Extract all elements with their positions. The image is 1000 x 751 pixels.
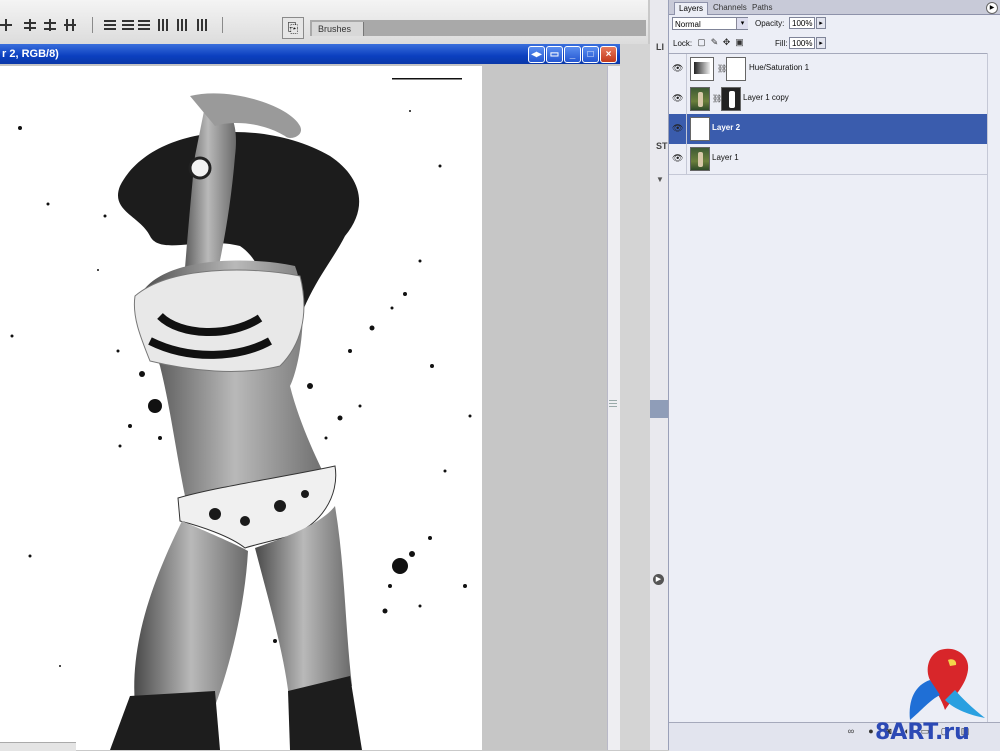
align-vcenter-icon[interactable] xyxy=(24,19,36,31)
fill-label: Fill: xyxy=(775,39,788,48)
minimize-button[interactable]: _ xyxy=(564,46,581,63)
opacity-slider-button[interactable]: ▸ xyxy=(816,17,826,29)
eye-icon[interactable]: 👁 xyxy=(672,154,683,163)
row-divider xyxy=(686,114,687,144)
auto-align-button[interactable]: ⎘ xyxy=(282,17,304,39)
eye-icon[interactable]: 👁 xyxy=(672,94,683,103)
wristwatch xyxy=(188,156,212,180)
image-canvas[interactable] xyxy=(0,66,482,750)
eye-icon[interactable]: 👁 xyxy=(672,64,683,73)
brushes-tab[interactable]: Brushes xyxy=(312,22,365,36)
layers-scrollbar[interactable] xyxy=(987,53,1000,723)
align-left-icon[interactable] xyxy=(64,19,76,31)
row-divider xyxy=(686,84,687,114)
tab-channels[interactable]: Channels xyxy=(709,2,751,14)
layer-row-layer-2[interactable]: 👁 Layer 2 xyxy=(669,114,987,145)
collapsed-panel-label-mid: ST xyxy=(656,141,668,151)
separator xyxy=(92,17,93,33)
collapsed-panel-label-top: LI xyxy=(656,42,664,52)
chevron-down-icon[interactable]: ▾ xyxy=(736,18,748,29)
eye-icon[interactable]: 👁 xyxy=(672,124,683,133)
distribute-vcenter-icon[interactable] xyxy=(122,19,134,31)
play-icon[interactable]: ▶ xyxy=(653,574,664,585)
layer-name: Layer 1 xyxy=(712,153,739,162)
row-divider xyxy=(686,54,687,84)
layer-name: Hue/Saturation 1 xyxy=(749,63,810,72)
fill-field[interactable]: 100% xyxy=(789,37,815,49)
close-button[interactable]: × xyxy=(600,46,617,63)
opacity-field[interactable]: 100% xyxy=(789,17,815,29)
adjustment-thumbnail xyxy=(690,57,714,81)
mask-thumbnail xyxy=(721,87,741,111)
left-leg xyxy=(134,521,248,706)
photo-artwork xyxy=(10,78,472,750)
lock-transparency-icon[interactable]: ▢ xyxy=(697,38,706,47)
layer-row-layer-1-copy[interactable]: 👁 ⛓ Layer 1 copy xyxy=(669,84,987,115)
distribute-left-icon[interactable] xyxy=(157,19,169,31)
mask-thumbnail xyxy=(726,57,746,81)
lock-position-icon[interactable]: ✥ xyxy=(722,38,731,47)
layer-thumbnail xyxy=(690,147,710,171)
distribute-hcenter-icon[interactable] xyxy=(176,19,188,31)
separator xyxy=(222,17,223,33)
distribute-right-icon[interactable] xyxy=(196,19,208,31)
collapsed-panel-header xyxy=(650,400,668,418)
restore-icon[interactable]: ▭ xyxy=(546,46,563,63)
layer-name: Layer 2 xyxy=(712,123,741,132)
lock-all-icon[interactable]: ▣ xyxy=(735,38,744,47)
lock-label: Lock: xyxy=(673,39,693,48)
pasteboard xyxy=(482,66,607,750)
workspace-gap xyxy=(620,44,650,750)
panel-menu-icon[interactable]: ▶ xyxy=(986,2,998,14)
collapsed-panel-edge xyxy=(650,0,669,750)
document-title-bar[interactable]: r 2, RGB/8) ◂▸ ▭ _ □ × xyxy=(0,44,620,64)
align-top-icon[interactable] xyxy=(0,19,12,31)
layer-row-layer-1[interactable]: 👁 Layer 1 xyxy=(669,144,987,175)
maximize-button[interactable]: □ xyxy=(582,46,599,63)
tab-layers[interactable]: Layers xyxy=(674,2,709,15)
fill-slider-button[interactable]: ▸ xyxy=(816,37,826,49)
auto-align-icon: ⎘ xyxy=(287,20,299,35)
layer-thumbnail xyxy=(690,117,710,141)
expand-icon[interactable]: ◂▸ xyxy=(528,46,545,63)
watermark-text: 8ART.ru xyxy=(875,720,970,745)
opacity-label: Opacity: xyxy=(755,19,785,28)
row-divider xyxy=(686,144,687,174)
distribute-top-icon[interactable] xyxy=(104,19,116,31)
layer-row-hue-saturation[interactable]: 👁 ⛓ Hue/Saturation 1 xyxy=(669,54,987,85)
link-icon[interactable]: ∞ xyxy=(846,726,856,736)
lock-pixels-icon[interactable]: ✎ xyxy=(710,38,719,47)
scroll-grip-icon[interactable] xyxy=(609,398,617,410)
layer-name: Layer 1 copy xyxy=(743,93,789,102)
layer-thumbnail xyxy=(690,87,710,111)
triangle-down-icon[interactable]: ▼ xyxy=(656,175,664,184)
tab-paths[interactable]: Paths xyxy=(748,2,776,14)
left-legwarmer xyxy=(110,691,220,750)
distribute-bottom-icon[interactable] xyxy=(138,19,150,31)
document-title: r 2, RGB/8) xyxy=(2,48,59,60)
align-bottom-icon[interactable] xyxy=(44,19,56,31)
parrot-logo xyxy=(909,648,985,720)
